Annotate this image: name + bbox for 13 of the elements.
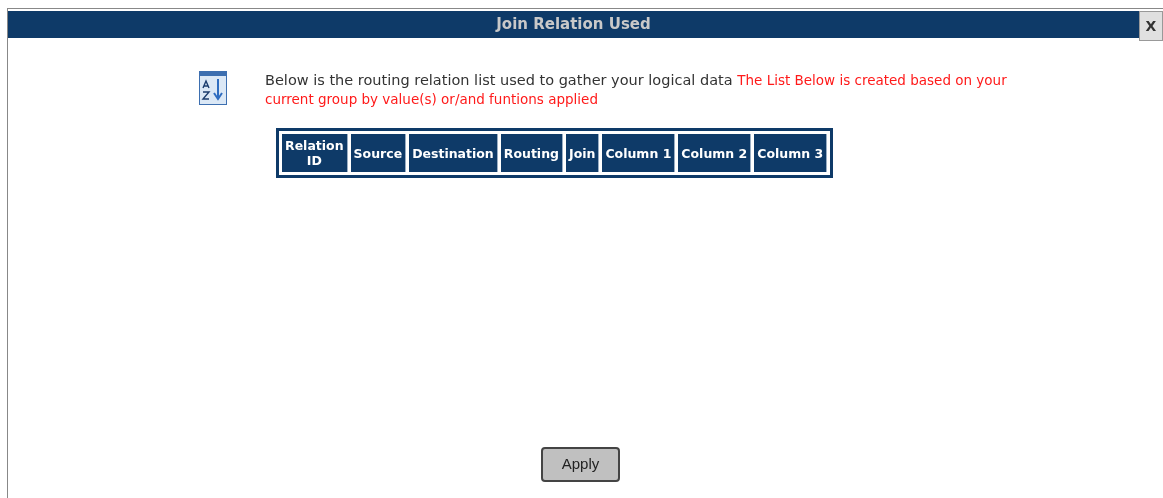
column-header: Relation ID <box>282 134 348 172</box>
column-header: Join <box>566 134 600 172</box>
column-header: Destination <box>409 134 498 172</box>
sort-az-icon <box>199 71 227 105</box>
dialog-title: Join Relation Used <box>496 14 651 36</box>
apply-button[interactable]: Apply <box>541 447 620 482</box>
column-header: Column 2 <box>678 134 752 172</box>
column-header: Column 1 <box>602 134 676 172</box>
column-header: Routing <box>500 134 563 172</box>
column-header: Source <box>350 134 407 172</box>
intro-text: Below is the routing relation list used to gather your logical data The List Below is created based on your current group by value(s) or/and funtions applied <box>265 71 1008 109</box>
column-header: Column 3 <box>754 134 828 172</box>
close-button[interactable]: X <box>1139 11 1163 41</box>
